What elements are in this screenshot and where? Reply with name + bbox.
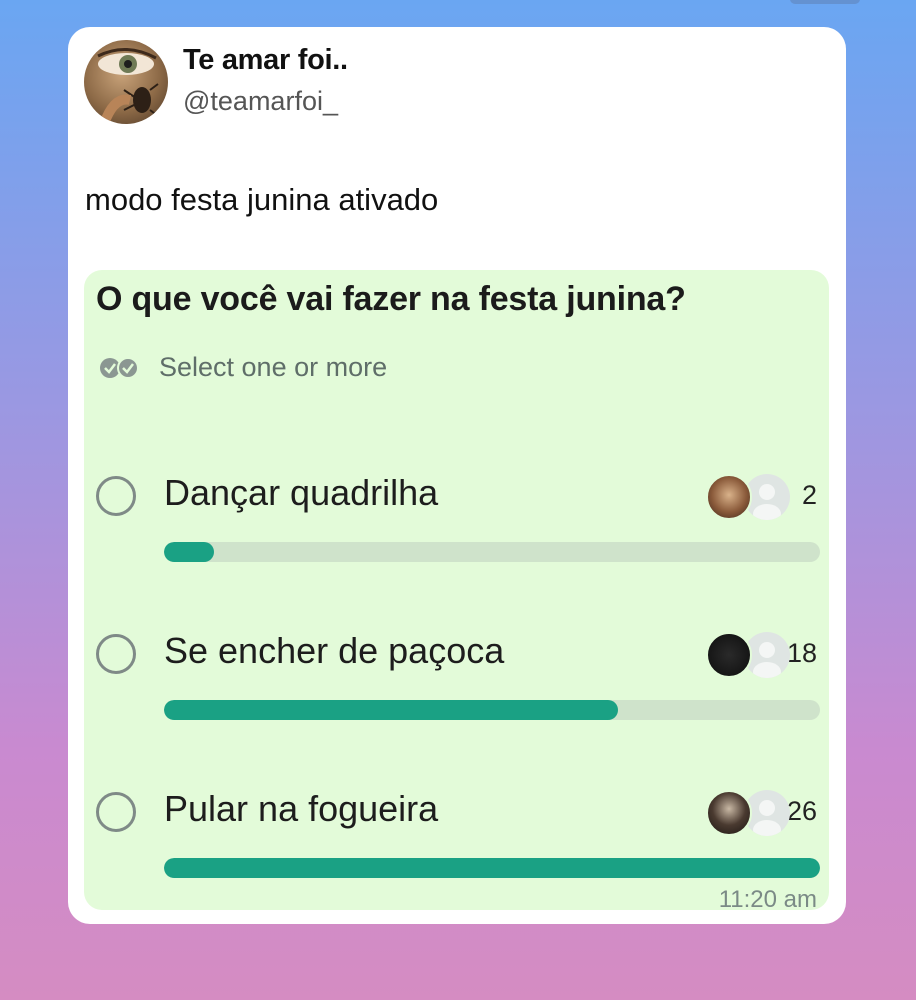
display-name[interactable]: Te amar foi.. (183, 44, 348, 77)
poll-card: O que você vai fazer na festa junina? Se… (84, 270, 829, 910)
status-bar-edge (790, 0, 860, 4)
option-label[interactable]: Pular na fogueira (164, 788, 438, 830)
vote-bar-fill (164, 542, 215, 562)
voter-avatar (706, 474, 752, 520)
tweet-card[interactable]: Te amar foi.. @teamarfoi_ modo festa jun… (68, 27, 846, 924)
user-handle[interactable]: @teamarfoi_ (183, 86, 338, 117)
radio-button[interactable] (96, 634, 136, 674)
vote-count: 18 (786, 638, 817, 668)
poll-option[interactable]: Se encher de paçoca 18 (84, 628, 829, 738)
vote-count: 2 (801, 480, 817, 510)
double-check-icon (100, 357, 139, 379)
vote-bar-fill (164, 700, 619, 720)
voter-avatars[interactable] (706, 632, 796, 682)
option-label[interactable]: Dançar quadrilha (164, 472, 438, 514)
message-timestamp: 11:20 am (718, 886, 817, 910)
vote-bar-track (164, 700, 820, 720)
avatar[interactable] (84, 40, 168, 124)
select-label: Select one or more (159, 352, 388, 382)
avatar-image (97, 48, 159, 124)
radio-button[interactable] (96, 476, 136, 516)
vote-bar-fill (164, 858, 820, 878)
vote-count: 26 (786, 796, 817, 826)
poll-question: O que você vai fazer na festa junina? (96, 280, 686, 318)
poll-option[interactable]: Dançar quadrilha 2 (84, 470, 829, 580)
voter-avatar (706, 790, 752, 836)
tweet-text: modo festa junina ativado (85, 182, 439, 217)
voter-avatars[interactable] (706, 790, 796, 840)
vote-bar-track (164, 542, 820, 562)
option-label[interactable]: Se encher de paçoca (164, 630, 504, 672)
vote-bar-track (164, 858, 820, 878)
poll-option[interactable]: Pular na fogueira 26 (84, 786, 829, 896)
radio-button[interactable] (96, 792, 136, 832)
voter-avatars[interactable] (706, 474, 796, 524)
voter-avatar (706, 632, 752, 678)
